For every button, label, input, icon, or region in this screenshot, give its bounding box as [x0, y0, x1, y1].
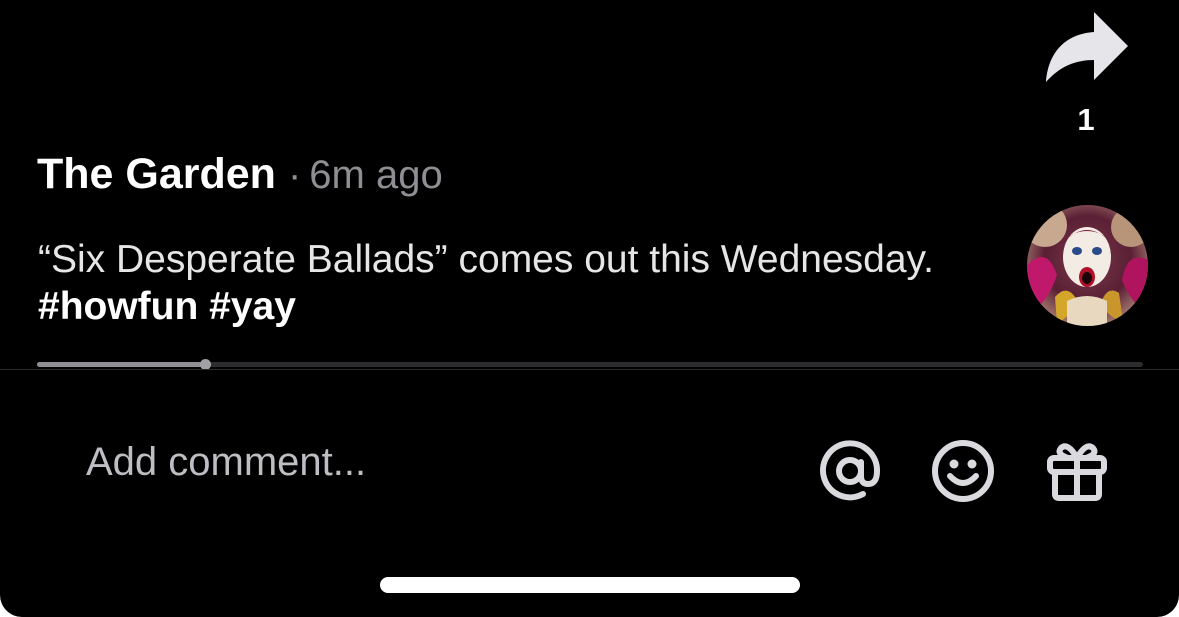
hashtag-howfun[interactable]: #howfun: [38, 285, 198, 328]
avatar[interactable]: [1027, 205, 1148, 326]
hashtag-yay[interactable]: #yay: [209, 285, 296, 328]
post-caption: “Six Desperate Ballads” comes out this W…: [38, 236, 978, 330]
share-button[interactable]: 1: [1040, 6, 1132, 137]
caption-text: “Six Desperate Ballads” comes out this W…: [38, 238, 934, 281]
divider: [0, 369, 1179, 370]
comment-input[interactable]: [86, 436, 736, 488]
post-timestamp: 6m ago: [309, 153, 443, 197]
share-count: 1: [1077, 102, 1095, 137]
mention-button[interactable]: [815, 436, 885, 506]
comment-sheet: 1 The Garden · 6m ago “Six Desperate Balla…: [0, 0, 1179, 617]
emoji-icon: [932, 440, 994, 502]
gift-button[interactable]: [1042, 436, 1112, 506]
emoji-button[interactable]: [928, 436, 998, 506]
share-arrow-icon: [1046, 12, 1128, 82]
progress-fill: [37, 362, 206, 367]
playback-scrubber[interactable]: [37, 359, 1143, 370]
post-header: The Garden · 6m ago: [37, 148, 443, 210]
header-separator: ·: [287, 153, 302, 197]
profile-avatar-image: [1027, 205, 1148, 326]
home-indicator[interactable]: [380, 577, 800, 593]
username[interactable]: The Garden: [37, 150, 276, 198]
at-mention-icon: [820, 440, 881, 501]
gift-icon: [1047, 443, 1107, 501]
